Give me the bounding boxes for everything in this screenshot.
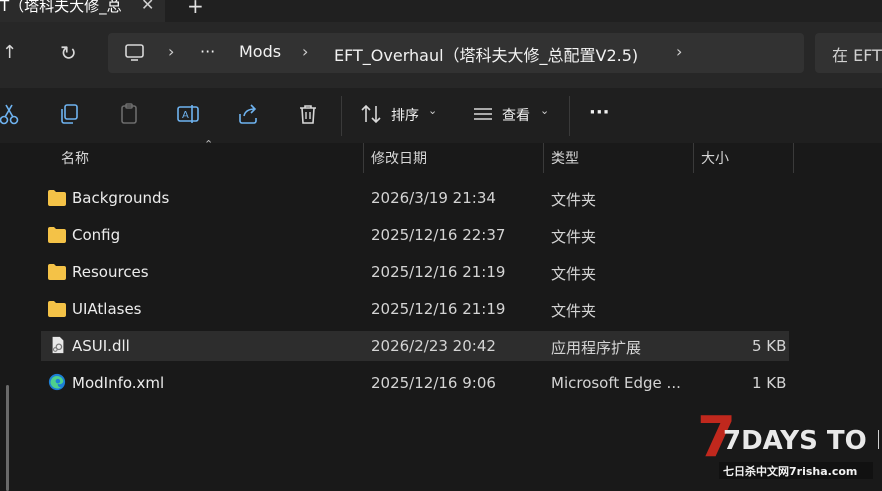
- column-header-name[interactable]: 名称: [61, 148, 89, 168]
- watermark-title: 7DAYS TO DIE: [723, 426, 879, 456]
- rename-icon[interactable]: A: [176, 102, 200, 126]
- file-date: 2026/2/23 20:42: [371, 337, 496, 355]
- folder-icon: [48, 227, 66, 243]
- cut-icon[interactable]: [0, 102, 22, 126]
- svg-text:A: A: [182, 110, 189, 121]
- watermark-site: 七日杀中文网7risha.com: [723, 464, 857, 478]
- column-header-size[interactable]: 大小: [701, 148, 729, 168]
- column-divider[interactable]: [793, 143, 794, 173]
- delete-icon[interactable]: [296, 102, 320, 126]
- tab-active[interactable]: T（塔科夫大修_总 ✕: [0, 0, 165, 22]
- column-divider[interactable]: [543, 143, 544, 173]
- chevron-right-icon: ›: [168, 42, 175, 61]
- file-name: Backgrounds: [72, 189, 170, 207]
- folder-icon: [48, 301, 66, 317]
- file-type: 文件夹: [551, 302, 597, 320]
- sort-ascending-icon: ⌃: [204, 138, 214, 151]
- file-type: 文件夹: [551, 228, 597, 246]
- scrollbar[interactable]: [6, 385, 9, 491]
- column-header-type[interactable]: 类型: [551, 148, 579, 168]
- chevron-down-icon[interactable]: ⌄: [428, 104, 437, 117]
- copy-icon[interactable]: [57, 102, 81, 126]
- breadcrumb-mods[interactable]: Mods: [239, 42, 281, 61]
- share-icon[interactable]: [236, 102, 260, 126]
- file-date: 2025/12/16 22:37: [371, 226, 506, 244]
- view-button-label[interactable]: 查看: [502, 105, 530, 125]
- edge-icon: [48, 373, 66, 391]
- computer-icon: [125, 44, 144, 61]
- file-row[interactable]: UIAtlases 2025/12/16 21:19 文件夹: [41, 294, 789, 324]
- file-name: Resources: [72, 263, 149, 281]
- column-divider[interactable]: [693, 143, 694, 173]
- folder-icon: [48, 190, 66, 206]
- sort-icon[interactable]: [359, 102, 383, 126]
- column-header-date[interactable]: 修改日期: [371, 148, 427, 168]
- up-button[interactable]: ↑: [2, 42, 17, 63]
- file-name: Config: [72, 226, 121, 244]
- file-size: 5 KB: [752, 337, 787, 355]
- toolbar-divider: [569, 96, 570, 136]
- file-row[interactable]: Backgrounds 2026/3/19 21:34 文件夹: [41, 183, 789, 213]
- toolbar-divider: [341, 96, 342, 136]
- tab-title: T（塔科夫大修_总: [0, 0, 122, 15]
- tab-close-icon[interactable]: ✕: [141, 0, 154, 14]
- more-options-button[interactable]: ···: [589, 102, 610, 123]
- sort-button-label[interactable]: 排序: [391, 105, 419, 125]
- file-type: Microsoft Edge ...: [551, 374, 681, 392]
- file-date: 2026/3/19 21:34: [371, 189, 496, 207]
- file-date: 2025/12/16 9:06: [371, 374, 496, 392]
- file-type: 文件夹: [551, 191, 597, 209]
- refresh-button[interactable]: ↻: [60, 41, 77, 65]
- file-type: 应用程序扩展: [551, 339, 642, 357]
- watermark-logo: 7 7DAYS TO DIE 七日杀中文网7risha.com: [697, 405, 879, 479]
- file-date: 2025/12/16 21:19: [371, 263, 506, 281]
- breadcrumb-more[interactable]: ···: [200, 42, 215, 61]
- file-type: 文件夹: [551, 265, 597, 283]
- breadcrumb-current[interactable]: EFT_Overhaul（塔科夫大修_总配置V2.5): [334, 42, 638, 66]
- new-tab-button[interactable]: +: [187, 0, 204, 18]
- file-row[interactable]: Config 2025/12/16 22:37 文件夹: [41, 220, 789, 250]
- file-name: UIAtlases: [72, 300, 142, 318]
- file-name: ASUI.dll: [72, 337, 130, 355]
- file-row[interactable]: ModInfo.xml 2025/12/16 9:06 Microsoft Ed…: [41, 368, 789, 398]
- file-row[interactable]: Resources 2025/12/16 21:19 文件夹: [41, 257, 789, 287]
- column-divider[interactable]: [363, 143, 364, 173]
- view-icon[interactable]: [471, 102, 495, 126]
- file-row-selected[interactable]: ASUI.dll 2026/2/23 20:42 应用程序扩展 5 KB: [41, 331, 789, 361]
- file-date: 2025/12/16 21:19: [371, 300, 506, 318]
- file-size: 1 KB: [752, 374, 787, 392]
- chevron-down-icon[interactable]: ⌄: [540, 104, 549, 117]
- chevron-right-icon[interactable]: ›: [676, 42, 682, 61]
- dll-file-icon: [52, 336, 64, 354]
- folder-icon: [48, 264, 66, 280]
- paste-icon[interactable]: [117, 102, 141, 126]
- chevron-right-icon: ›: [302, 42, 309, 61]
- file-name: ModInfo.xml: [72, 374, 165, 392]
- search-placeholder: 在 EFT: [832, 46, 882, 65]
